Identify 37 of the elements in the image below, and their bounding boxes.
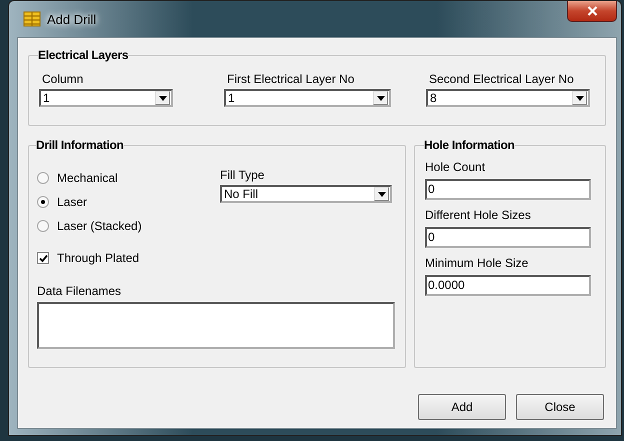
input-field[interactable]: 0.0000 xyxy=(425,275,591,296)
dropdown-arrow-icon xyxy=(576,96,584,100)
app-icon xyxy=(23,10,41,28)
field-label: Data Filenames xyxy=(37,284,122,298)
dropdown[interactable]: No Fill xyxy=(220,185,392,203)
dropdown-arrow-icon xyxy=(378,192,386,196)
window-title: Add Drill xyxy=(47,12,96,26)
dropdown-arrow-icon xyxy=(158,96,166,100)
group-title: Hole Information xyxy=(424,138,515,152)
filenames-field[interactable] xyxy=(37,302,395,349)
dialog-button[interactable]: Add xyxy=(418,394,506,420)
dropdown[interactable]: 1 xyxy=(39,89,173,107)
group-title: Electrical Layers xyxy=(38,48,128,62)
dropdown-arrow-icon xyxy=(376,96,384,100)
input-field[interactable]: 0 xyxy=(425,179,591,200)
field-label: First Electrical Layer No xyxy=(226,72,356,86)
checkbox[interactable] xyxy=(37,252,49,264)
radio-button[interactable] xyxy=(37,220,49,232)
field-label: Hole Count xyxy=(425,160,486,174)
close-icon xyxy=(586,6,598,16)
radio-option[interactable]: Laser xyxy=(37,190,220,214)
field-label: Minimum Hole Size xyxy=(425,256,530,270)
radio-button[interactable] xyxy=(37,196,49,208)
field-label: Fill Type xyxy=(220,168,266,182)
radio-button[interactable] xyxy=(37,172,49,184)
dialog-button[interactable]: Close xyxy=(516,394,604,420)
close-button[interactable] xyxy=(567,1,617,22)
radio-option[interactable]: Laser (Stacked) xyxy=(37,214,220,238)
checkbox-option[interactable]: Through Plated xyxy=(37,246,220,270)
field-label: Different Hole Sizes xyxy=(425,208,532,222)
group-title: Drill Information xyxy=(36,138,124,152)
dropdown[interactable]: 1 xyxy=(224,89,391,107)
dropdown[interactable]: 8 xyxy=(426,89,590,107)
field-label: Column xyxy=(41,72,84,86)
radio-option[interactable]: Mechanical xyxy=(37,166,220,190)
field-label: Second Electrical Layer No xyxy=(428,72,575,86)
input-field[interactable]: 0 xyxy=(425,227,591,248)
